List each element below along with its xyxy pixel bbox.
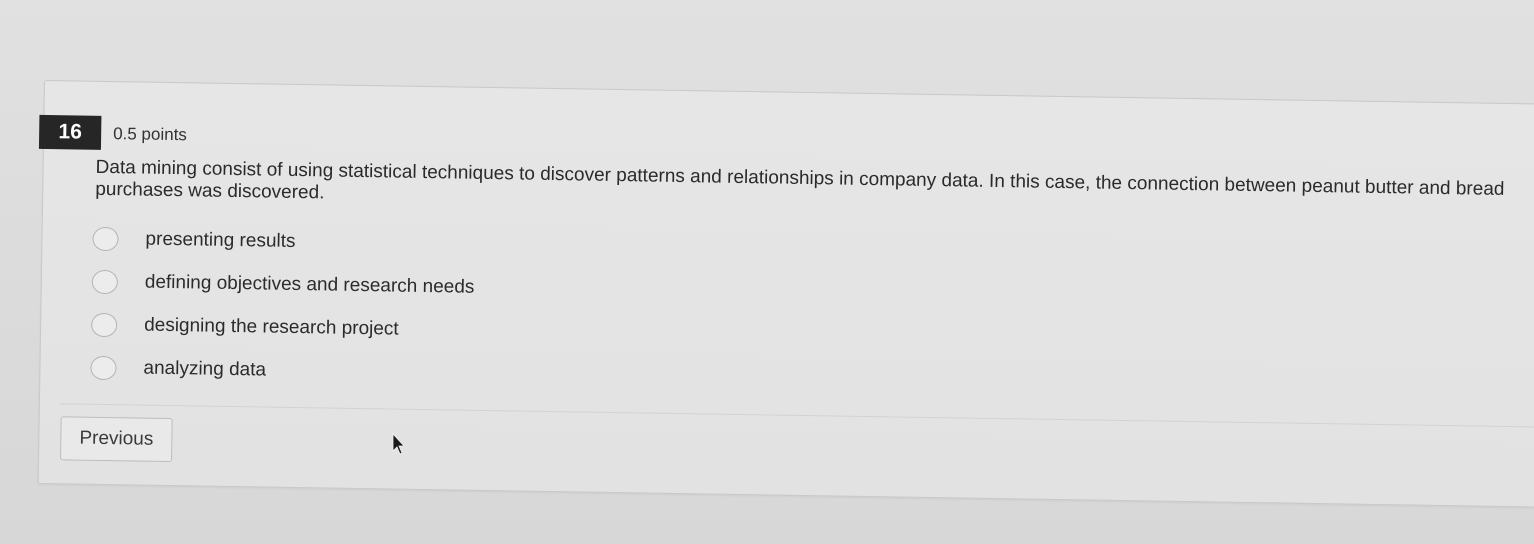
radio-button[interactable] [92, 226, 119, 251]
answer-options: presenting results defining objectives a… [90, 217, 475, 395]
previous-button[interactable]: Previous [60, 416, 173, 463]
option-label: presenting results [145, 228, 296, 252]
radio-button[interactable] [90, 312, 118, 337]
answer-option-defining-objectives[interactable]: defining objectives and research needs [91, 260, 475, 309]
option-label: defining objectives and research needs [144, 271, 475, 298]
radio-button[interactable] [91, 269, 119, 294]
footer-divider [59, 403, 1534, 428]
option-label: analyzing data [143, 357, 267, 381]
option-label: designing the research project [144, 314, 399, 340]
answer-option-analyzing-data[interactable]: analyzing data [90, 346, 473, 395]
question-card: 16 0.5 points Data mining consist of usi… [37, 80, 1534, 509]
question-number-badge: 16 [38, 114, 102, 150]
quiz-screen: 16 0.5 points Data mining consist of usi… [0, 0, 1534, 544]
mouse-pointer-icon [392, 433, 404, 455]
answer-option-presenting-results[interactable]: presenting results [92, 217, 475, 266]
answer-option-designing-research[interactable]: designing the research project [90, 303, 474, 352]
question-points: 0.5 points [113, 124, 188, 145]
radio-button[interactable] [90, 355, 117, 380]
question-text: Data mining consist of using statistical… [95, 156, 1505, 204]
